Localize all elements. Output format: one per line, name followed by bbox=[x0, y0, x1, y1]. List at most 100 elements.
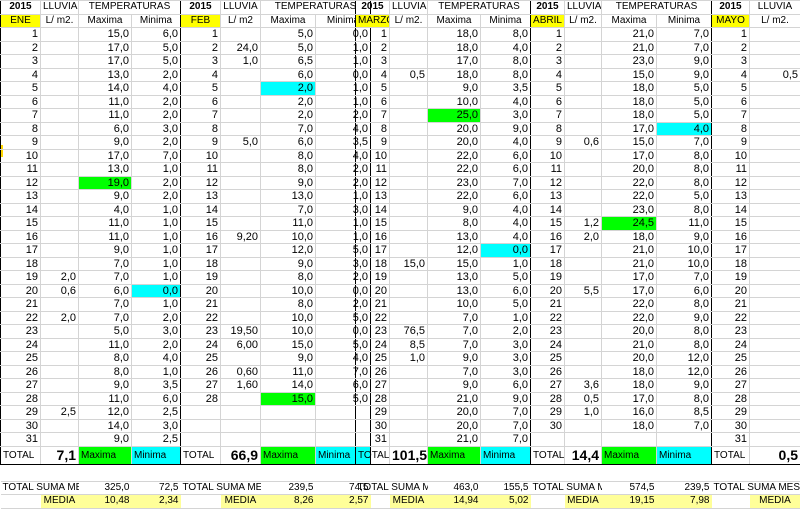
min-temp-cell: 7,0 bbox=[656, 418, 712, 433]
day-row: 22 10,0 5,0 bbox=[180, 310, 371, 325]
day-cell: 10 bbox=[0, 148, 41, 163]
day-cell: 11 bbox=[180, 162, 221, 177]
min-temp-cell: 7,0 bbox=[656, 27, 712, 42]
rain-cell: 1,60 bbox=[220, 378, 261, 393]
day-cell: 3 bbox=[711, 54, 750, 69]
max-temp-cell: 14,0 bbox=[260, 378, 316, 393]
rain-cell: 2,5 bbox=[40, 405, 79, 420]
min-temp-cell: 4,0 bbox=[480, 40, 531, 55]
max-temp-cell: 21,0 bbox=[427, 432, 481, 447]
max-temp-cell: 18,0 bbox=[601, 418, 657, 433]
rain-cell bbox=[220, 162, 261, 177]
day-row: 29 20,0 7,0 bbox=[355, 405, 531, 420]
media-min-value: 7,98 bbox=[656, 494, 712, 509]
rain-cell bbox=[220, 108, 261, 123]
media-max-value: 8,26 bbox=[260, 494, 316, 509]
day-cell: 26 bbox=[180, 364, 221, 379]
spacer-cell bbox=[530, 463, 565, 482]
day-cell: 24 bbox=[711, 337, 750, 352]
rain-unit: L/ m2. bbox=[40, 13, 79, 28]
day-row: 24 11,0 2,0 bbox=[0, 337, 181, 352]
rain-cell bbox=[40, 229, 79, 244]
min-temp-cell: 3,0 bbox=[480, 337, 531, 352]
day-cell: 21 bbox=[530, 297, 565, 312]
day-cell: 4 bbox=[0, 67, 41, 82]
max-temp-cell: 13,0 bbox=[427, 283, 481, 298]
day-row: 28 0,5 17,0 8,0 bbox=[530, 391, 712, 406]
rain-cell bbox=[389, 175, 428, 190]
min-temp-cell: 7,0 bbox=[131, 148, 181, 163]
max-temp-cell: 7,0 bbox=[78, 297, 132, 312]
max-temp-cell: 20,0 bbox=[601, 351, 657, 366]
min-temp-cell: 6,0 bbox=[480, 378, 531, 393]
day-row: 20 5,5 17,0 6,0 bbox=[530, 283, 712, 298]
day-cell: 31 bbox=[711, 432, 750, 447]
day-row: 28 bbox=[711, 391, 800, 406]
day-cell: 8 bbox=[355, 121, 390, 136]
min-temp-cell bbox=[656, 432, 712, 447]
max-temp-cell: 12,0 bbox=[78, 405, 132, 420]
total-label: TOTAL bbox=[0, 445, 41, 465]
max-temp-cell: 22,0 bbox=[601, 297, 657, 312]
max-temp-cell: 9,0 bbox=[78, 378, 132, 393]
rain-cell bbox=[389, 189, 428, 204]
max-temp-cell: 11,0 bbox=[78, 108, 132, 123]
day-row: 24 6,00 15,0 5,0 bbox=[180, 337, 371, 352]
day-cell: 8 bbox=[180, 121, 221, 136]
max-temp-cell bbox=[260, 405, 316, 420]
max-temp-cell: 7,0 bbox=[260, 202, 316, 217]
min-temp-cell: 4,0 bbox=[131, 351, 181, 366]
min-temp-cell: 1,0 bbox=[131, 297, 181, 312]
day-row: 13 bbox=[711, 189, 800, 204]
day-row: 9 9,0 2,0 bbox=[0, 135, 181, 150]
day-cell: 7 bbox=[180, 108, 221, 123]
max-temp-cell: 18,0 bbox=[601, 81, 657, 96]
max-temp-cell: 10,0 bbox=[260, 324, 316, 339]
max-temp-cell: 23,0 bbox=[601, 202, 657, 217]
max-temp-cell: 20,0 bbox=[427, 121, 481, 136]
day-row: 29 1,0 16,0 8,5 bbox=[530, 405, 712, 420]
day-row: 25 8,0 4,0 bbox=[0, 351, 181, 366]
day-cell: 3 bbox=[0, 54, 41, 69]
day-cell: 27 bbox=[180, 378, 221, 393]
rain-cell bbox=[40, 297, 79, 312]
max-temp-cell: 8,0 bbox=[260, 162, 316, 177]
rain-cell: 0,5 bbox=[564, 391, 602, 406]
max-temp-cell: 7,0 bbox=[78, 256, 132, 271]
day-row: 24 bbox=[711, 337, 800, 352]
day-row: 5 14,0 4,0 bbox=[0, 81, 181, 96]
day-cell: 10 bbox=[530, 148, 565, 163]
day-row: 26 0,60 11,0 7,0 bbox=[180, 364, 371, 379]
day-row: 25 1,0 9,0 3,0 bbox=[355, 351, 531, 366]
day-row: 12 bbox=[711, 175, 800, 190]
rain-unit: L/ m2 bbox=[220, 13, 261, 28]
spacer-cell bbox=[480, 463, 531, 482]
day-row: 16 9,20 10,0 1,0 bbox=[180, 229, 371, 244]
max-temp-cell: 13,0 bbox=[427, 270, 481, 285]
day-cell: 2 bbox=[355, 40, 390, 55]
spacer-cell bbox=[749, 463, 800, 482]
day-cell: 7 bbox=[530, 108, 565, 123]
max-temp-cell: 10,0 bbox=[427, 94, 481, 109]
day-row: 21 8,0 2,0 bbox=[180, 297, 371, 312]
max-temp-cell: 18,0 bbox=[427, 67, 481, 82]
rain-header: LLUVIA bbox=[389, 0, 428, 15]
min-temp-cell: 4,0 bbox=[480, 229, 531, 244]
max-temp-cell: 5,0 bbox=[260, 27, 316, 42]
day-cell: 24 bbox=[180, 337, 221, 352]
min-temp-cell: 9,0 bbox=[480, 391, 531, 406]
max-temp-cell: 11,0 bbox=[78, 337, 132, 352]
day-row: 15 11,0 1,0 bbox=[0, 216, 181, 231]
day-cell: 10 bbox=[180, 148, 221, 163]
min-temp-cell: 5,0 bbox=[656, 81, 712, 96]
max-temp-cell: 9,0 bbox=[427, 351, 481, 366]
media-label: MEDIA bbox=[40, 494, 79, 509]
media-spacer bbox=[355, 494, 390, 509]
max-temp-cell: 14,0 bbox=[78, 418, 132, 433]
rain-cell bbox=[749, 297, 800, 312]
day-row: 1 21,0 7,0 bbox=[530, 27, 712, 42]
month-table-4: 2015 LLUVIA MAYO L/ m2. 1 2 3 4 0,5 5 6 7 8 9 10 11 12 13… bbox=[711, 0, 800, 509]
media-spacer bbox=[180, 494, 221, 509]
min-temp-cell: 5,0 bbox=[656, 94, 712, 109]
min-temp-cell: 1,0 bbox=[131, 202, 181, 217]
